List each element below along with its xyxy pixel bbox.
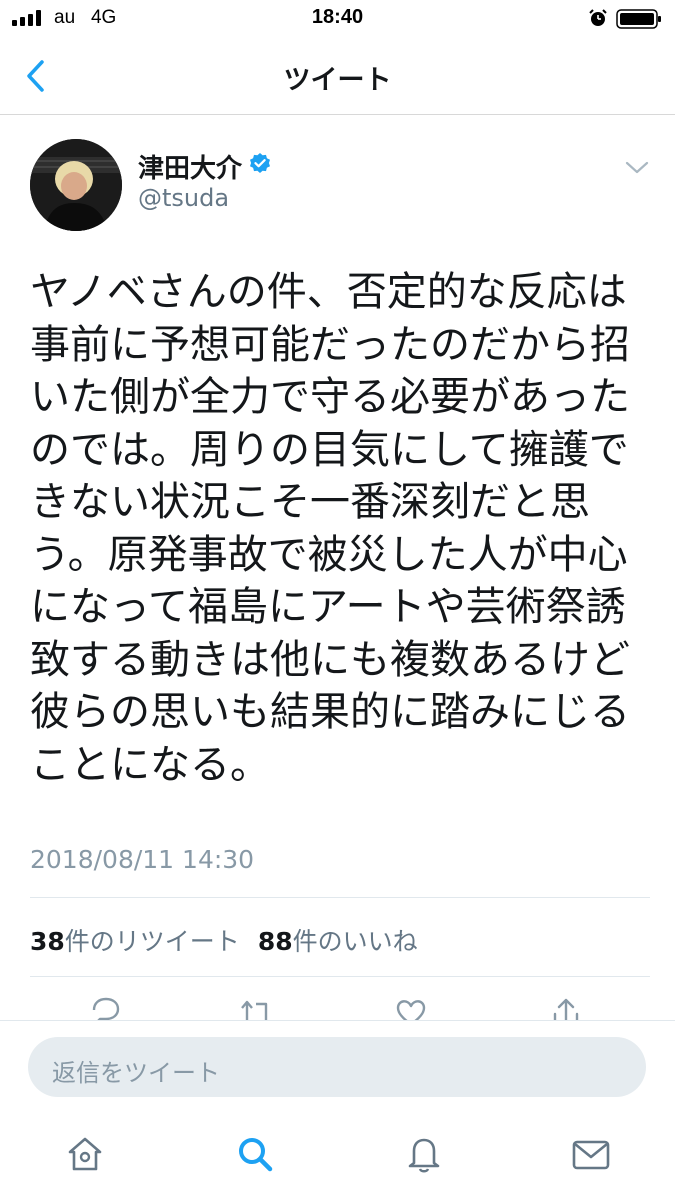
tweet-timestamp: 2018/08/11 14:30: [30, 845, 255, 874]
tweet-text-line: う。原発事故で被災した人が中心: [30, 531, 628, 578]
avatar-image: [30, 139, 122, 231]
like-icon[interactable]: [393, 996, 429, 1022]
tweet-text-line: ヤノベさんの件、否定的な反応は: [30, 269, 627, 315]
like-label: 件のいいね: [292, 927, 418, 956]
tweet-text-line: ことになる。: [30, 741, 270, 788]
status-bar: au 4G 18:40: [0, 0, 675, 40]
divider: [30, 976, 650, 977]
avatar[interactable]: [30, 139, 122, 231]
home-icon[interactable]: [65, 1134, 105, 1174]
tweet-stats: 38件のリツイート 88件のいいね: [30, 922, 418, 958]
share-icon[interactable]: [548, 996, 584, 1022]
retweet-icon[interactable]: [238, 996, 274, 1022]
retweet-stat[interactable]: 38件のリツイート: [30, 927, 240, 956]
tweet-text-line: 彼らの思いも結果的に踏みにじる: [30, 689, 630, 735]
tweet-text-line: 事前に予想可能だったのだから招: [30, 321, 630, 368]
page-title: ツイート: [283, 65, 392, 96]
reply-placeholder: 返信をツイート: [52, 1059, 220, 1087]
reply-icon[interactable]: [88, 996, 124, 1022]
battery-icon: [616, 9, 661, 29]
alarm-icon: [589, 9, 607, 26]
search-icon[interactable]: [235, 1134, 275, 1174]
tweet-text-line: のでは。周りの目気にして擁護で: [30, 426, 629, 473]
retweet-label: 件のリツイート: [64, 927, 240, 956]
tweet-text-line: きない状況こそ一番深刻だと思: [30, 479, 590, 525]
tweet-text-line: いた側が全力で守る必要があった: [30, 374, 630, 420]
reply-input[interactable]: 返信をツイート: [28, 1037, 646, 1097]
author-handle[interactable]: @tsuda: [138, 184, 229, 212]
like-stat[interactable]: 88件のいいね: [258, 927, 418, 956]
tweet-text: ヤノベさんの件、否定的な反応は 事前に予想可能だったのだから招 いた側が全力で守…: [30, 266, 650, 791]
status-time: 18:40: [311, 6, 364, 28]
notifications-icon[interactable]: [404, 1134, 444, 1174]
author-name[interactable]: 津田大介: [138, 148, 242, 185]
divider: [30, 897, 650, 898]
tweet-text-line: になって福島にアートや芸術祭誘: [30, 584, 626, 630]
chevron-down-icon[interactable]: [622, 158, 652, 178]
nav-bar: ツイート: [0, 40, 675, 115]
messages-icon[interactable]: [571, 1134, 611, 1174]
tweet-text-line: 致する動きは他にも複数あるけど: [30, 636, 630, 683]
retweet-count: 38: [30, 927, 65, 956]
like-count: 88: [257, 927, 293, 956]
verified-badge-icon: [250, 153, 270, 173]
